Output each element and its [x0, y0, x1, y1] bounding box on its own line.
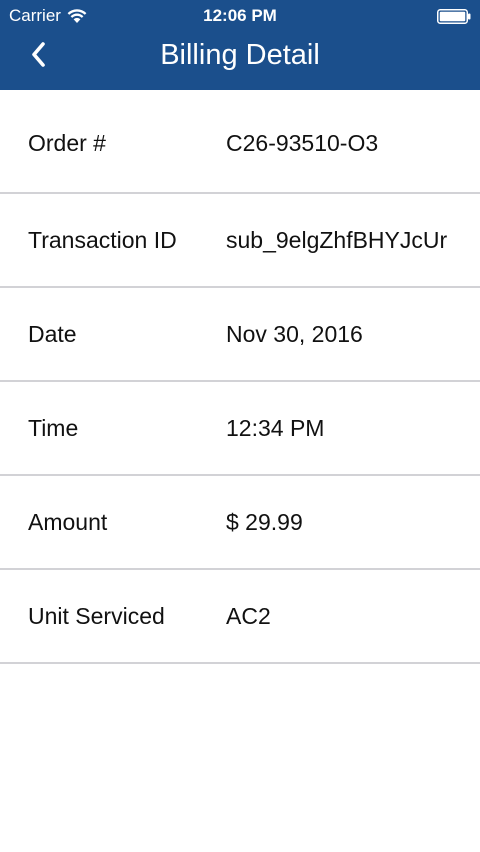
billing-detail-list: Order # C26-93510-O3 Transaction ID sub_… — [0, 90, 480, 664]
date-value: Nov 30, 2016 — [226, 321, 363, 347]
page-title: Billing Detail — [160, 39, 320, 71]
detail-row-order: Order # C26-93510-O3 — [0, 90, 480, 194]
time-value: 12:34 PM — [226, 415, 325, 441]
detail-row-transaction-id: Transaction ID sub_9elgZhfBHYJcUr — [0, 194, 480, 288]
amount-value: $ 29.99 — [226, 509, 303, 535]
detail-row-date: Date Nov 30, 2016 — [0, 288, 480, 382]
status-time: 12:06 PM — [203, 6, 277, 25]
unit-serviced-value: AC2 — [226, 603, 271, 629]
battery-icon — [437, 9, 471, 24]
unit-serviced-label: Unit Serviced — [28, 603, 165, 629]
transaction-id-value: sub_9elgZhfBHYJcUr — [226, 227, 448, 253]
order-value: C26-93510-O3 — [226, 130, 379, 156]
time-label: Time — [28, 415, 79, 441]
navigation-bar: Billing Detail — [0, 32, 480, 90]
transaction-id-label: Transaction ID — [28, 227, 177, 253]
detail-row-time: Time 12:34 PM — [0, 382, 480, 476]
detail-row-unit-serviced: Unit Serviced AC2 — [0, 570, 480, 664]
detail-row-amount: Amount $ 29.99 — [0, 476, 480, 570]
header: Carrier 12:06 PM Billing Detail — [0, 0, 480, 90]
amount-label: Amount — [28, 509, 108, 535]
order-label: Order # — [28, 130, 106, 156]
date-label: Date — [28, 321, 77, 347]
status-bar: Carrier 12:06 PM — [0, 0, 480, 32]
